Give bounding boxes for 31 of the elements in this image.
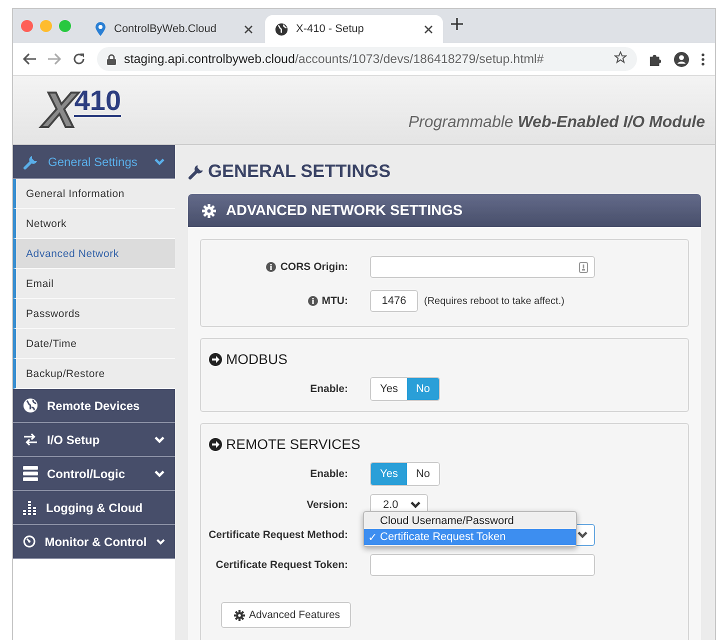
sidebar-subitem[interactable]: Passwords [13, 299, 175, 329]
field-label: Certificate Request Method: [208, 529, 348, 541]
section-title: MODBUS [226, 351, 288, 367]
sidebar-subitem[interactable]: Email [13, 269, 175, 299]
browser-tab[interactable]: X-410 - Setup [265, 15, 443, 43]
field-label: MTU: [322, 295, 348, 307]
page-title: GENERAL SETTINGS [208, 161, 391, 182]
tagline: Programmable Web-Enabled I/O Module [408, 114, 705, 132]
field-label: Version: [306, 499, 348, 511]
sidebar-item[interactable]: Logging & Cloud [13, 491, 175, 525]
dropdown-option[interactable]: Cloud Username/Password [364, 513, 576, 529]
sidebar-item[interactable]: Control/Logic [13, 457, 175, 491]
field-label: Enable: [310, 468, 348, 480]
sidebar-subitem[interactable]: General Information [13, 179, 175, 209]
sidebar-item[interactable]: Monitor & Control [13, 525, 175, 559]
section-title: REMOTE SERVICES [226, 436, 360, 452]
advanced-features-button[interactable]: Advanced Features [221, 602, 352, 628]
address-bar[interactable]: staging.api.controlbyweb.cloud/accounts/1073/devs/186418279/setup.html# [97, 47, 637, 71]
sidebar-item[interactable]: Remote Devices [13, 389, 175, 423]
mtu-field[interactable]: 1476 [370, 290, 418, 312]
sidebar-item[interactable]: I/O Setup [13, 423, 175, 457]
sidebar-subitem[interactable]: Network [13, 209, 175, 239]
panel-title: ADVANCED NETWORK SETTINGS [226, 202, 463, 218]
sidebar-subitem[interactable]: Date/Time [13, 329, 175, 359]
sidebar-subitem[interactable]: Backup/Restore [13, 359, 175, 389]
field-label: Enable: [310, 383, 348, 395]
sidebar-subitem[interactable]: Advanced Network [13, 239, 175, 269]
field-label: Certificate Request Token: [216, 559, 348, 571]
field-label: CORS Origin: [280, 261, 348, 273]
reboot-note: (Requires reboot to take affect.) [424, 296, 564, 306]
browser-tab[interactable]: ControlByWeb.Cloud [85, 15, 263, 43]
